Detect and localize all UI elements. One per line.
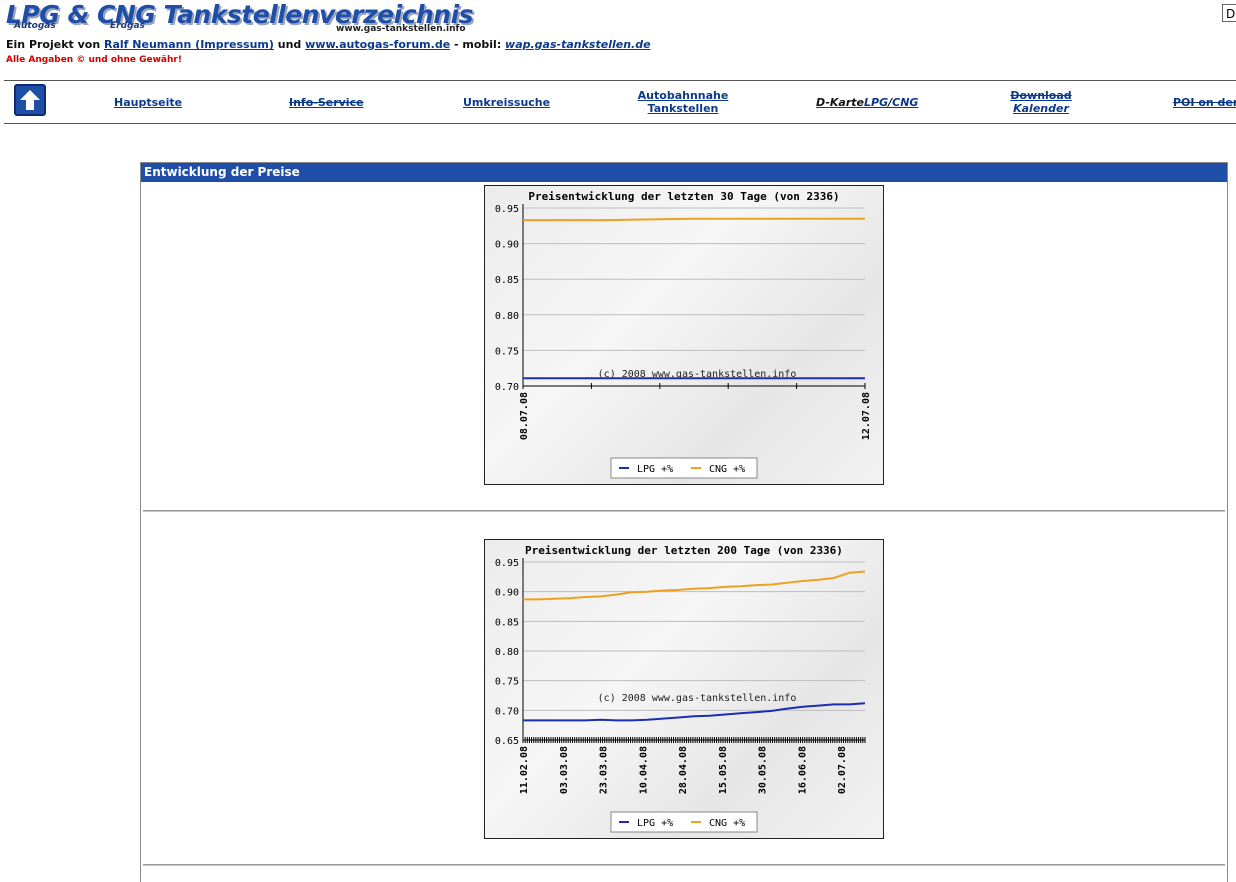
chart-watermark: (c) 2008 www.gas-tankstellen.info [598,693,797,704]
nav-d-karte-prefix: D-Karte [816,96,864,109]
x-tick-label: 12.07.08 [861,392,872,440]
nav-umkreissuche[interactable]: Umkreissuche [463,96,550,109]
series-line [523,217,865,222]
y-tick-label: 0.90 [495,588,519,599]
disclaimer: Alle Angaben © und ohne Gewähr! [6,55,182,65]
y-tick-label: 0.65 [495,736,519,747]
corner-input[interactable]: D [1222,4,1236,22]
y-tick-label: 0.85 [495,617,519,628]
section-divider-2 [143,864,1225,866]
nav-top-rule [4,80,1236,81]
logo-autogas-label: Autogas [14,21,56,31]
logo-erdgas-label: Erdgas [110,21,145,31]
y-tick-label: 0.85 [495,275,519,286]
ralf-neumann-link[interactable]: Ralf Neumann (Impressum) [104,38,274,51]
series-line [523,702,866,722]
section-divider [143,510,1225,512]
nav-hauptseite[interactable]: Hauptseite [114,96,182,109]
y-tick-label: 0.80 [495,647,519,658]
y-tick-label: 0.75 [495,346,519,357]
up-arrow-icon[interactable] [14,84,46,116]
y-tick-label: 0.80 [495,311,519,322]
nav-autobahnnahe-line2: Tankstellen [647,102,719,115]
y-tick-label: 0.95 [495,558,519,569]
chart-200-days-svg: Preisentwicklung der letzten 200 Tage (v… [495,544,866,833]
intro-text-und: und [273,38,306,51]
panel-title: Entwicklung der Preise [141,163,1227,182]
x-tick-label: 11.02.08 [519,746,530,794]
x-tick-label: 02.07.08 [837,746,848,794]
nav-info-service[interactable]: Info-Service [289,96,364,109]
project-info: Ein Projekt von Ralf Neumann (Impressum)… [6,38,651,51]
x-tick-label: 10.04.08 [638,746,649,794]
y-tick-label: 0.75 [495,677,519,688]
legend-label: LPG +% [637,818,673,829]
x-tick-label: 28.04.08 [678,746,689,794]
legend-label: LPG +% [637,464,673,475]
y-tick-label: 0.95 [495,204,519,215]
x-tick-label: 16.06.08 [797,746,808,794]
intro-text-mobil: - mobil: [450,38,506,51]
nav-d-karte-cng[interactable]: CNG [892,96,918,109]
chart-title: Preisentwicklung der letzten 30 Tage (vo… [528,190,839,203]
y-tick-label: 0.70 [495,382,519,393]
nav-bottom-rule [4,123,1236,124]
y-tick-label: 0.90 [495,240,519,251]
x-tick-label: 03.03.08 [559,746,570,794]
nav-d-karte[interactable]: D-KarteLPG/CNG [816,96,918,109]
nav-download-kalender[interactable]: Download Kalender [996,89,1086,115]
wap-link[interactable]: wap.gas-tankstellen.de [505,38,651,51]
nav-autobahnnahe[interactable]: Autobahnnahe Tankstellen [636,89,730,115]
chart-30-days-svg: Preisentwicklung der letzten 30 Tage (vo… [495,190,872,479]
intro-text: Ein Projekt von [6,38,105,51]
chart-30-days: Preisentwicklung der letzten 30 Tage (vo… [484,185,884,485]
nav-poi[interactable]: POI on dem [1173,96,1236,109]
nav-kalender[interactable]: Kalender [996,102,1086,115]
y-tick-label: 0.70 [495,706,519,717]
nav-download[interactable]: Download [996,89,1086,102]
x-tick-label: 23.03.08 [599,746,610,794]
legend-label: CNG +% [709,818,745,829]
x-tick-label: 30.05.08 [758,746,769,794]
x-tick-label: 08.07.08 [519,392,530,440]
nav-autobahnnahe-line1: Autobahnnahe [637,89,729,102]
nav-d-karte-lpg[interactable]: LPG [864,96,888,109]
logo-domain: www.gas-tankstellen.info [336,24,466,34]
x-tick-label: 15.05.08 [718,746,729,794]
chart-title: Preisentwicklung der letzten 200 Tage (v… [525,544,843,557]
legend-label: CNG +% [709,464,745,475]
chart-200-days: Preisentwicklung der letzten 200 Tage (v… [484,539,884,839]
series-line [523,570,866,601]
autogas-forum-link[interactable]: www.autogas-forum.de [305,38,450,51]
